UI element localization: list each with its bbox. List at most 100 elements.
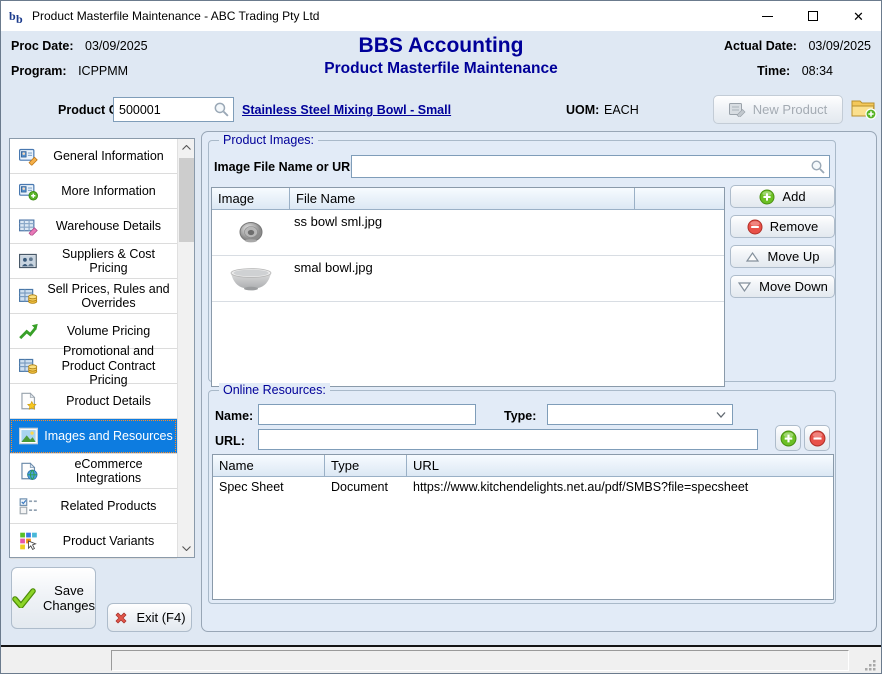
bowl-top-thumbnail bbox=[212, 210, 290, 255]
maximize-icon bbox=[808, 11, 818, 21]
minimize-icon bbox=[762, 16, 773, 17]
sidebar-item-sell-prices[interactable]: Sell Prices, Rules and Overrides bbox=[10, 279, 177, 314]
resource-name-input[interactable] bbox=[258, 404, 476, 425]
status-bar bbox=[1, 647, 881, 674]
folder-add-icon bbox=[850, 95, 877, 121]
resize-grip[interactable] bbox=[864, 659, 877, 672]
product-images-group: Product Images: Image File Name or URL: … bbox=[208, 140, 836, 382]
image-file-name: smal bowl.jpg bbox=[294, 260, 373, 275]
uom-value: EACH bbox=[604, 103, 639, 117]
image-row-1[interactable]: ss bowl sml.jpg bbox=[212, 210, 724, 256]
product-bar: Product Code: Stainless Steel Mixing Bow… bbox=[1, 89, 881, 131]
grid-edit-icon bbox=[19, 217, 38, 236]
sidebar-item-promotional-pricing[interactable]: Promotional and Product Contract Pricing bbox=[10, 349, 177, 384]
remove-label: Remove bbox=[770, 219, 818, 234]
sidebar-item-product-variants[interactable]: Product Variants bbox=[10, 524, 177, 559]
sidebar-item-label: eCommerce Integrations bbox=[42, 457, 175, 486]
sidebar-item-general-information[interactable]: General Information bbox=[10, 139, 177, 174]
sidebar-item-label: Product Variants bbox=[42, 534, 175, 549]
promo-table-coins-icon bbox=[19, 357, 38, 376]
add-resource-button[interactable] bbox=[775, 425, 801, 451]
sidebar-item-warehouse-details[interactable]: Warehouse Details bbox=[10, 209, 177, 244]
remove-resource-button[interactable] bbox=[804, 425, 830, 451]
sidebar-item-label: Sell Prices, Rules and Overrides bbox=[42, 282, 175, 311]
sidebar-item-label: Images and Resources bbox=[42, 429, 175, 444]
move-up-button[interactable]: Move Up bbox=[730, 245, 835, 268]
add-icon bbox=[759, 189, 775, 205]
image-file-input[interactable] bbox=[351, 155, 830, 178]
online-resources-group-label: Online Resources: bbox=[219, 383, 330, 397]
resource-name-label: Name: bbox=[215, 409, 253, 423]
actual-date-label: Actual Date: bbox=[724, 39, 797, 53]
sidebar-item-label: More Information bbox=[42, 184, 175, 199]
sidebar-scrollbar[interactable] bbox=[177, 139, 194, 557]
scroll-up-icon[interactable] bbox=[178, 139, 195, 156]
save-changes-label: Save Changes bbox=[43, 583, 95, 613]
app-window: b b Product Masterfile Maintenance - ABC… bbox=[0, 0, 882, 674]
image-file-label: Image File Name or URL: bbox=[214, 160, 362, 174]
screen-title: Product Masterfile Maintenance bbox=[1, 60, 881, 78]
resources-table-header: Name Type URL bbox=[213, 455, 833, 477]
svg-text:b: b bbox=[9, 9, 16, 23]
resource-url-input[interactable] bbox=[258, 429, 758, 450]
uom-label: UOM: bbox=[566, 103, 599, 117]
add-label: Add bbox=[782, 189, 805, 204]
sidebar-item-more-information[interactable]: More Information bbox=[10, 174, 177, 209]
triangle-up-icon bbox=[745, 251, 760, 263]
app-logo-icon: b b bbox=[9, 8, 26, 25]
image-row-2[interactable]: smal bowl.jpg bbox=[212, 256, 724, 302]
sidebar-item-suppliers-cost-pricing[interactable]: Suppliers & Cost Pricing bbox=[10, 244, 177, 279]
column-header-name[interactable]: Name bbox=[213, 455, 325, 476]
new-product-icon bbox=[729, 102, 746, 117]
scrollbar-thumb[interactable] bbox=[179, 158, 194, 242]
sidebar-item-related-products[interactable]: Related Products bbox=[10, 489, 177, 524]
sidebar-item-product-details[interactable]: Product Details bbox=[10, 384, 177, 419]
title-bar: b b Product Masterfile Maintenance - ABC… bbox=[1, 1, 881, 31]
move-down-label: Move Down bbox=[759, 279, 828, 294]
add-icon bbox=[780, 430, 797, 447]
online-resources-table: Name Type URL Spec Sheet Document https:… bbox=[212, 454, 834, 600]
product-code-search-icon[interactable] bbox=[213, 101, 230, 118]
time-value: 08:34 bbox=[802, 64, 833, 78]
sidebar-item-ecommerce-integrations[interactable]: eCommerce Integrations bbox=[10, 454, 177, 489]
remove-icon bbox=[809, 430, 826, 447]
new-product-label: New Product bbox=[753, 102, 827, 117]
image-file-search-icon[interactable] bbox=[810, 159, 826, 175]
move-up-label: Move Up bbox=[767, 249, 819, 264]
growth-arrow-icon bbox=[19, 322, 38, 341]
resource-name: Spec Sheet bbox=[213, 477, 325, 498]
images-resources-panel: Product Images: Image File Name or URL: … bbox=[201, 131, 877, 632]
column-header-file-name[interactable]: File Name bbox=[290, 188, 635, 209]
save-changes-button[interactable]: Save Changes bbox=[11, 567, 96, 629]
maximize-button[interactable] bbox=[790, 1, 835, 31]
sidebar-item-label: Product Details bbox=[42, 394, 175, 409]
new-product-button[interactable]: New Product bbox=[713, 95, 843, 124]
minimize-button[interactable] bbox=[745, 1, 790, 31]
column-header-url[interactable]: URL bbox=[407, 455, 833, 476]
move-down-button[interactable]: Move Down bbox=[730, 275, 835, 298]
document-globe-icon bbox=[19, 462, 38, 481]
column-header-image[interactable]: Image bbox=[212, 188, 290, 209]
document-star-icon bbox=[19, 392, 38, 411]
sidebar-item-label: Suppliers & Cost Pricing bbox=[42, 247, 175, 276]
close-icon: ✕ bbox=[853, 10, 864, 23]
add-image-button[interactable]: Add bbox=[730, 185, 835, 208]
sidebar-item-images-and-resources[interactable]: Images and Resources bbox=[10, 419, 177, 454]
close-button[interactable]: ✕ bbox=[836, 1, 881, 31]
remove-image-button[interactable]: Remove bbox=[730, 215, 835, 238]
exit-x-icon bbox=[113, 610, 129, 626]
sidebar-item-label: Volume Pricing bbox=[42, 324, 175, 339]
scroll-down-icon[interactable] bbox=[178, 540, 195, 557]
column-header-type[interactable]: Type bbox=[325, 455, 407, 476]
svg-text:b: b bbox=[16, 12, 23, 25]
checkbox-list-icon bbox=[19, 497, 38, 516]
open-folder-add-button[interactable] bbox=[848, 95, 878, 124]
resource-url-label: URL: bbox=[215, 434, 245, 448]
product-images-group-label: Product Images: bbox=[219, 133, 318, 147]
resource-type: Document bbox=[325, 477, 407, 498]
exit-button[interactable]: Exit (F4) bbox=[107, 603, 192, 632]
product-description-link[interactable]: Stainless Steel Mixing Bowl - Small bbox=[242, 103, 451, 117]
resource-type-select[interactable] bbox=[547, 404, 733, 425]
triangle-down-icon bbox=[737, 281, 752, 293]
resource-row-1[interactable]: Spec Sheet Document https://www.kitchend… bbox=[213, 477, 833, 498]
